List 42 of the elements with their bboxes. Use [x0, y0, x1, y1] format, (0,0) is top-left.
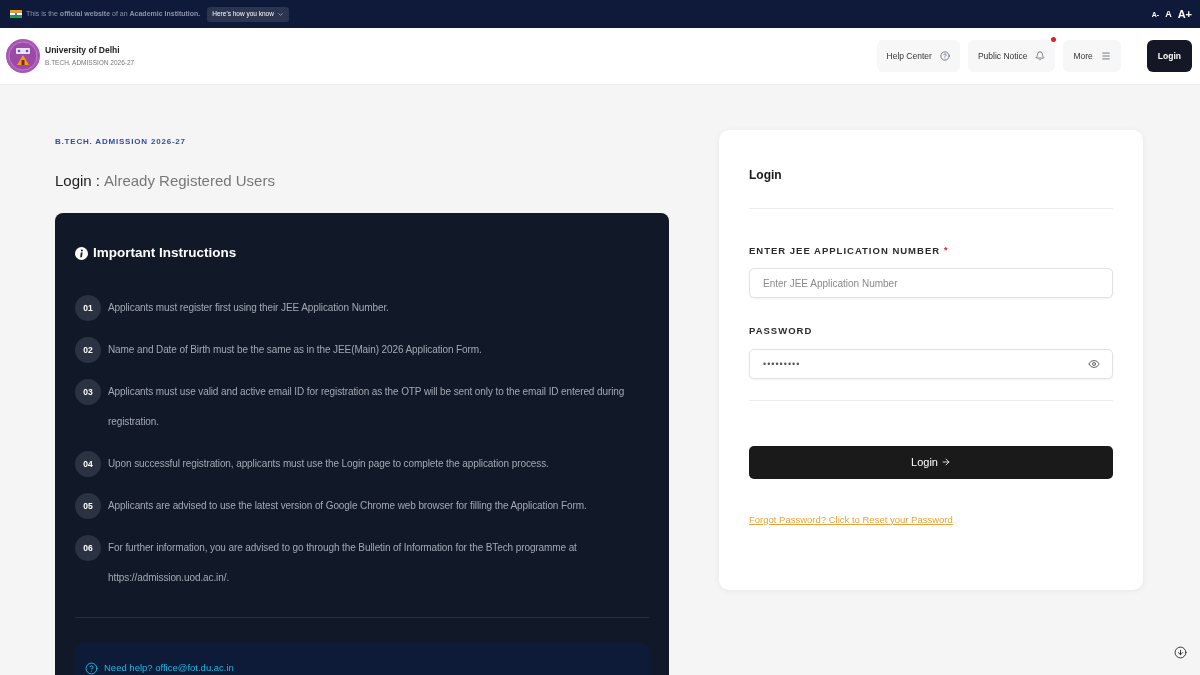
password-field[interactable]: •••••••••: [749, 348, 1113, 379]
scroll-down-icon[interactable]: [1174, 646, 1187, 659]
step-number: 05: [75, 493, 101, 519]
login-submit-button[interactable]: Login: [749, 445, 1113, 479]
help-icon: [85, 661, 98, 675]
site-title: University of Delhi: [45, 46, 121, 55]
page-subtitle: Already Registered Users: [104, 171, 275, 191]
help-icon: [939, 51, 950, 61]
step-number: 02: [75, 337, 101, 363]
instruction-text: Applicants must register first using their JEE Application Number.: [108, 301, 389, 315]
required-asterisk: *: [944, 244, 948, 258]
nav-button[interactable]: Help Center: [876, 40, 960, 72]
university-logo: [6, 39, 40, 73]
help-text: Need help? office@fot.du.ac.in: [104, 661, 234, 675]
nav-button[interactable]: More: [1063, 40, 1121, 72]
menu-icon: [1100, 51, 1111, 61]
text-size-button[interactable]: A: [1165, 9, 1172, 19]
step-number: 01: [75, 295, 101, 321]
instruction-text: Applicants are advised to use the latest version of Google Chrome web browser for filling the Application Form.: [108, 499, 587, 513]
info-icon: [75, 246, 88, 260]
instruction-text: Applicants must use valid and active email ID for registration as the OTP will be sent only to the email ID entered during registration.: [108, 385, 626, 429]
field-label: ENTER JEE APPLICATION NUMBER: [749, 244, 941, 258]
page-title: Login :: [55, 171, 101, 191]
step-number: 06: [75, 535, 101, 561]
step-number: 04: [75, 451, 101, 477]
eye-icon[interactable]: [1088, 357, 1100, 370]
bell-icon: [1035, 51, 1046, 61]
arrow-right-icon: [940, 457, 951, 467]
field-label: PASSWORD: [749, 324, 813, 339]
step-number: 03: [75, 379, 101, 405]
instruction-text: For further information, you are advised to go through the Bulletin of Information for the BTech programme at https://admission.uod.ac.in/.: [108, 541, 578, 585]
text-size-button[interactable]: A+: [1177, 8, 1192, 20]
header-login-button[interactable]: Login: [1146, 40, 1192, 72]
instruction-text: Upon successful registration, applicants must use the Login page to complete the application process.: [108, 457, 549, 471]
flag-icon: [10, 10, 22, 18]
instructions-heading: Important Instructions: [93, 243, 237, 262]
instruction-text: Name and Date of Birth must be the same as in the JEE(Main) 2026 Application Form.: [108, 343, 482, 357]
login-card-title: Login: [749, 167, 783, 184]
application-number-field[interactable]: Enter JEE Application Number: [749, 268, 1113, 299]
eyebrow-text: B.TECH. ADMISSION 2026-27: [55, 137, 187, 147]
chevron-down-icon: [276, 10, 284, 18]
nav-button[interactable]: Public Notice: [967, 40, 1056, 72]
